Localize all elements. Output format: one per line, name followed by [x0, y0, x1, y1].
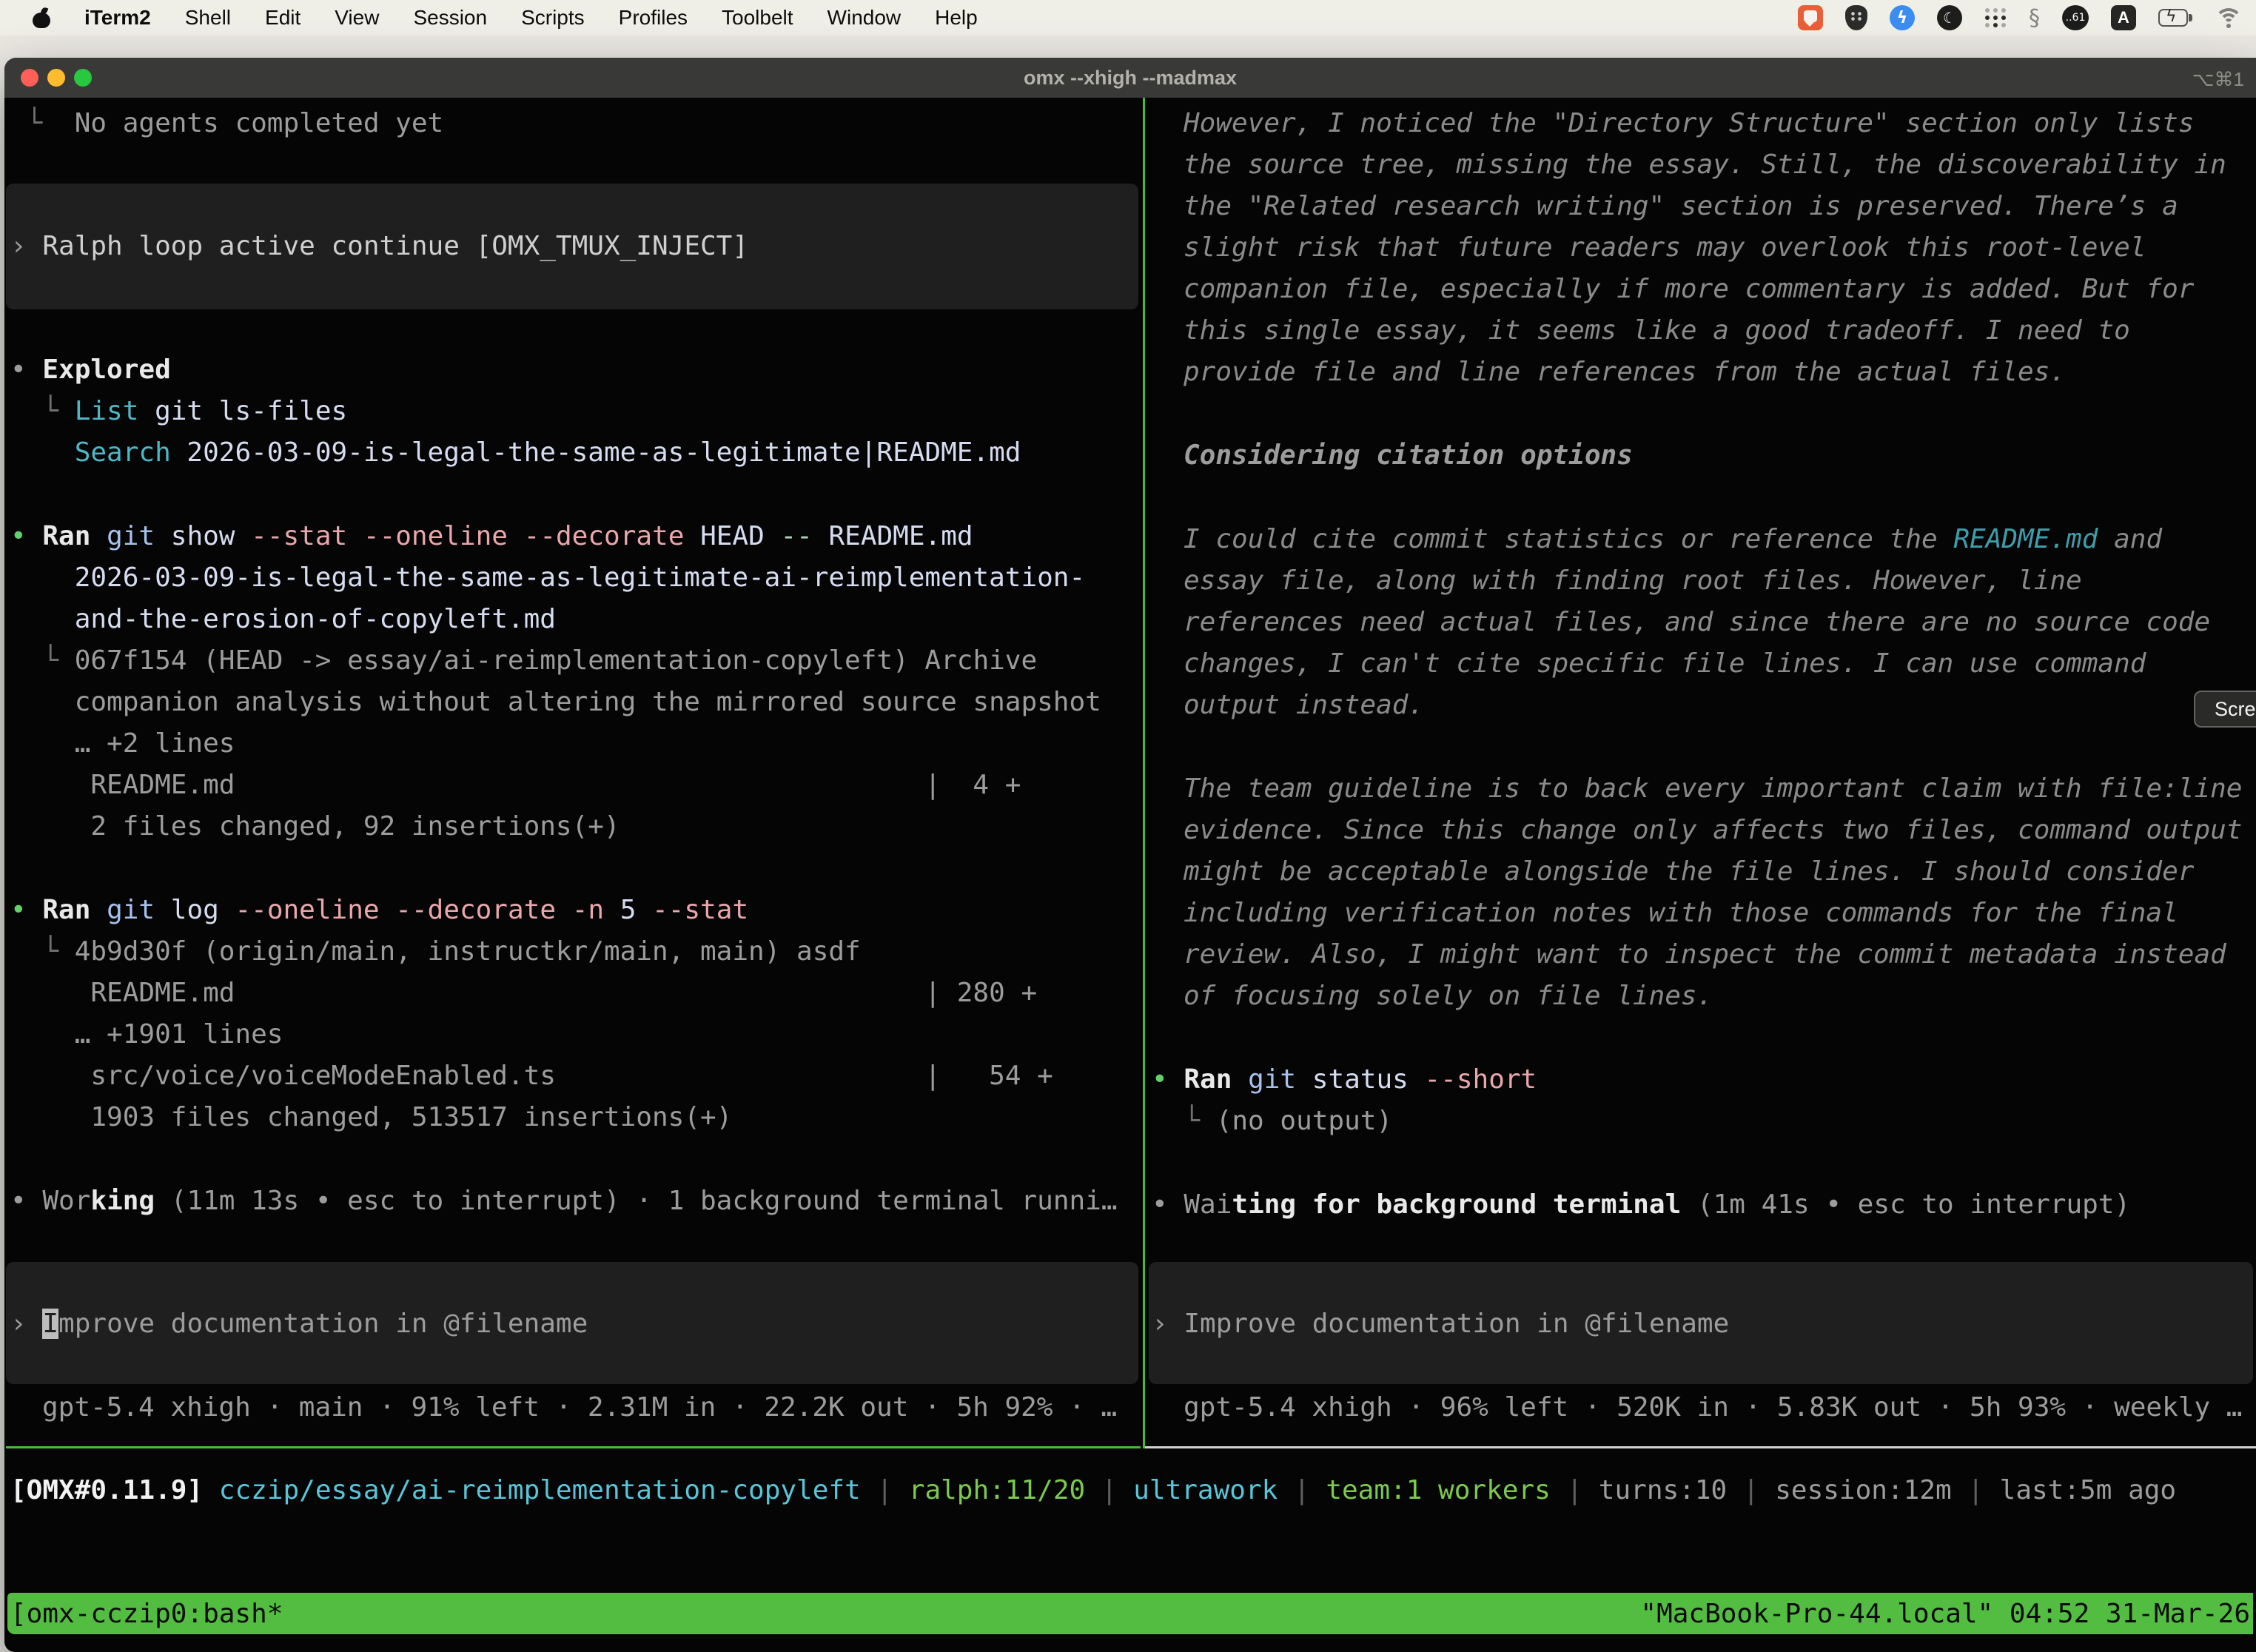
left-pane-border	[6, 1446, 1141, 1448]
thinking-paragraph-line: evidence. Since this change only affects…	[1184, 810, 2242, 851]
ran-git-log-command: • Ran git log --oneline --decorate -n 5 …	[10, 890, 748, 931]
thinking-paragraph-line: might be acceptable alongside the file l…	[1184, 851, 2194, 893]
tmux-host-clock: "MacBook-Pro-44.local" 04:52 31-Mar-26	[1640, 1599, 2250, 1629]
shield-keypad-icon[interactable]	[1845, 5, 1867, 30]
thinking-paragraph-line: However, I noticed the "Directory Struct…	[1184, 103, 2194, 144]
git-show-output-line[interactable]: … +2 lines	[10, 723, 235, 765]
thinking-paragraph-line: provide file and line references from th…	[1184, 352, 2066, 393]
pane-divider[interactable]	[1143, 98, 1145, 1448]
left-model-status-line: gpt-5.4 xhigh · main · 91% left · 2.31M …	[42, 1387, 1117, 1428]
git-log-output-line: README.md | 280 +	[10, 973, 1037, 1014]
squiggle-icon[interactable]: §	[2029, 5, 2040, 31]
tmux-session-label[interactable]: [omx-cczip0:bash*	[10, 1599, 283, 1629]
thinking-paragraph-line: including verification notes with those …	[1184, 893, 2178, 934]
omx-session-bar: [OMX#0.11.9] cczip/essay/ai-reimplementa…	[10, 1470, 2176, 1511]
chat-app-icon[interactable]	[1798, 5, 1823, 30]
badge-61-icon[interactable]: ..61	[2062, 5, 2089, 30]
dots-grid-icon[interactable]	[1984, 7, 2007, 29]
thinking-paragraph-line: this single essay, it seems like a good …	[1184, 310, 2130, 352]
thinking-paragraph-line: slight risk that future readers may over…	[1184, 227, 2146, 269]
git-show-output-line: 2 files changed, 92 insertions(+)	[10, 806, 620, 847]
bolt-badge-icon[interactable]: ϟ	[1890, 5, 1915, 30]
menu-item-window[interactable]: Window	[827, 6, 902, 30]
menu-item-shell[interactable]: Shell	[185, 6, 231, 30]
thinking-paragraph-line: changes, I can't cite specific file line…	[1184, 643, 2146, 685]
thinking-heading: Considering citation options	[1184, 435, 1633, 477]
git-show-output-line: companion analysis without altering the …	[10, 682, 1101, 723]
right-waiting-status[interactable]: • Waiting for background terminal (1m 41…	[1152, 1184, 2130, 1226]
git-log-output-line: 1903 files changed, 513517 insertions(+)	[10, 1097, 732, 1138]
right-pane-border	[1145, 1446, 2256, 1448]
thinking-paragraph-line: the "Related research writing" section i…	[1184, 186, 2178, 227]
menu-bar: iTerm2 Shell Edit View Session Scripts P…	[0, 0, 2256, 36]
git-log-output-line[interactable]: … +1901 lines	[10, 1014, 283, 1055]
explored-header: • Explored	[10, 349, 171, 391]
wifi-icon[interactable]	[2215, 7, 2243, 29]
window-title: omx --xhigh --madmax	[4, 67, 2256, 90]
git-show-output-line: README.md | 4 +	[10, 765, 1021, 806]
menu-item-profiles[interactable]: Profiles	[619, 6, 688, 30]
ran-git-show-command: • Ran git show --stat --oneline --decora…	[10, 516, 973, 557]
right-input-text[interactable]: › Improve documentation in @filename	[1152, 1303, 1729, 1345]
git-status-output-line: └ (no output)	[1152, 1101, 1392, 1142]
thinking-paragraph-line: review. Also, I might want to inspect th…	[1184, 934, 2226, 976]
menu-item-app[interactable]: iTerm2	[84, 6, 151, 30]
ran-git-status-command: • Ran git status --short	[1152, 1059, 1537, 1101]
screen-share-chip[interactable]: Scre	[2194, 691, 2256, 728]
thinking-paragraph-line: output instead.	[1184, 685, 1424, 726]
menu-item-toolbelt[interactable]: Toolbelt	[722, 6, 793, 30]
git-show-output-line: 2026-03-09-is-legal-the-same-as-legitima…	[10, 557, 1085, 599]
thinking-paragraph-line: the source tree, missing the essay. Stil…	[1184, 144, 2226, 186]
apple-menu-icon[interactable]	[33, 7, 50, 28]
menu-item-scripts[interactable]: Scripts	[521, 6, 585, 30]
git-log-output-line: src/voice/voiceModeEnabled.ts | 54 +	[10, 1055, 1053, 1097]
thinking-paragraph-line: references need actual files, and since …	[1184, 602, 2210, 643]
menu-item-edit[interactable]: Edit	[265, 6, 301, 30]
git-log-output-line: └ 4b9d30f (origin/main, instructkr/main,…	[10, 931, 861, 973]
thinking-paragraph-line: companion file, especially if more comme…	[1184, 269, 2194, 310]
left-working-status[interactable]: • Working (11m 13s • esc to interrupt) ·…	[10, 1181, 1118, 1222]
moon-icon[interactable]: ☾	[1937, 5, 1962, 30]
battery-icon[interactable]: ϟ	[2158, 9, 2192, 27]
git-show-output-line: └ 067f154 (HEAD -> essay/ai-reimplementa…	[10, 640, 1037, 682]
thinking-paragraph-line: The team guideline is to back every impo…	[1184, 768, 2242, 810]
window-shortcut: ⌥⌘1	[2192, 68, 2244, 91]
letter-a-icon[interactable]: A	[2111, 5, 2136, 30]
explored-search-line: Search 2026-03-09-is-legal-the-same-as-l…	[10, 432, 1021, 474]
thinking-paragraph-line: of focusing solely on file lines.	[1184, 976, 1713, 1017]
screen-share-chip-label: Scre	[2215, 698, 2256, 721]
menu-item-help[interactable]: Help	[935, 6, 978, 30]
agents-status-line: └ No agents completed yet	[10, 103, 443, 144]
screen: { "menu_bar": { "items": ["iTerm2", "She…	[0, 0, 2256, 1652]
left-injected-prompt[interactable]: › Ralph loop active continue [OMX_TMUX_I…	[10, 226, 748, 267]
menu-item-session[interactable]: Session	[413, 6, 487, 30]
explored-list-line: └ List git ls-files	[10, 391, 347, 432]
thinking-paragraph-line: essay file, along with finding root file…	[1184, 560, 2082, 602]
git-show-output-line: and-the-erosion-of-copyleft.md	[10, 599, 556, 640]
thinking-paragraph-line: I could cite commit statistics or refere…	[1184, 519, 2162, 560]
menu-item-view[interactable]: View	[335, 6, 379, 30]
tmux-status-bar[interactable]: [omx-cczip0:bash* "MacBook-Pro-44.local"…	[7, 1593, 2253, 1634]
right-model-status-line: gpt-5.4 xhigh · 96% left · 520K in · 5.8…	[1184, 1387, 2242, 1428]
left-input-text[interactable]: › Improve documentation in @filename	[10, 1303, 588, 1345]
